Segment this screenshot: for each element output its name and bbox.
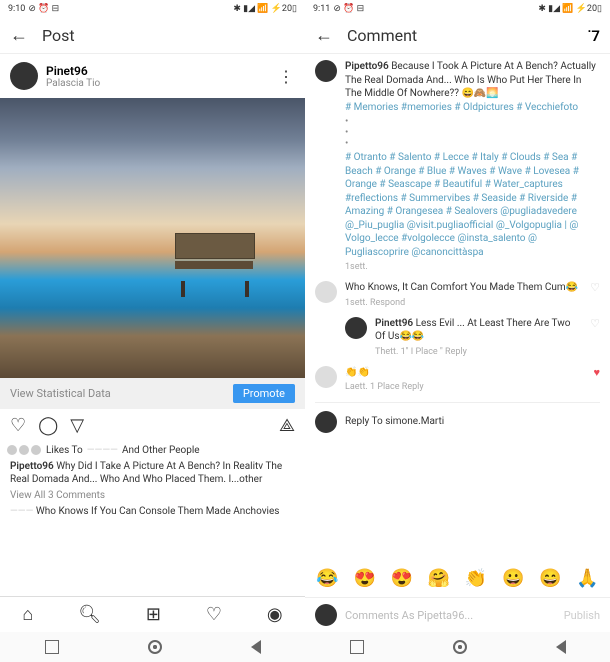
avatar[interactable]	[315, 281, 337, 303]
comment-meta[interactable]: Laett. 1 Place Reply	[345, 381, 585, 393]
comment-screen: 9:11⊘ ⏰ ⊟ ✱ ▮◢ 📶 ⚡20▯ ← Comment ˙7 Pipet…	[305, 0, 610, 662]
avatar[interactable]	[315, 604, 337, 626]
status-bar: 9:11⊘ ⏰ ⊟ ✱ ▮◢ 📶 ⚡20▯	[305, 0, 610, 18]
publish-button[interactable]: Publish	[564, 609, 600, 622]
profile-icon[interactable]: ◉	[267, 604, 283, 625]
home-button-icon[interactable]	[148, 640, 162, 654]
emoji-button[interactable]: 🙏	[576, 568, 598, 589]
back-button-icon[interactable]	[556, 640, 566, 654]
emoji-button[interactable]: 😀	[502, 568, 524, 589]
like-icon[interactable]: ♡	[590, 317, 600, 330]
reply-to-row: Reply To simone.Marti	[315, 402, 600, 441]
comment-input-row: Comments As Pipetta96... Publish	[305, 597, 610, 632]
home-button-icon[interactable]	[453, 640, 467, 654]
view-comments-link[interactable]: View All 3 Comments	[0, 488, 305, 503]
comment-item: Who Knows, It Can Comfort You Made Them …	[315, 281, 600, 309]
search-icon[interactable]: 🔍︎	[78, 604, 101, 625]
username[interactable]: Pinet96	[46, 64, 270, 78]
emoji-button[interactable]: 😍	[391, 568, 413, 589]
add-icon[interactable]: ⊞	[146, 604, 161, 625]
main-comment: Pipetto96 Because I Took A Picture At A …	[315, 60, 600, 273]
reply-to-text[interactable]: Reply To simone.Marti	[345, 416, 444, 427]
avatar[interactable]	[345, 317, 367, 339]
emoji-button[interactable]: 👏	[465, 568, 487, 589]
system-nav	[0, 632, 305, 662]
like-icon[interactable]: ♡	[590, 281, 600, 294]
comment-item: 👏👏 Laett. 1 Place Reply ♥	[315, 366, 600, 394]
promote-button[interactable]: Promote	[233, 384, 295, 403]
emoji-button[interactable]: 🤗	[428, 568, 450, 589]
bookmark-icon[interactable]: ⟁	[279, 415, 295, 436]
comment-meta[interactable]: Thett. 1" I Place " Reply	[375, 346, 582, 358]
recent-apps-icon[interactable]	[350, 640, 364, 654]
likes-row[interactable]: Likes To ———— And Other People	[0, 442, 305, 458]
emoji-button[interactable]: 😍	[353, 568, 375, 589]
post-actions: View Statistical Data Promote	[0, 378, 305, 409]
location[interactable]: Palascia Tio	[46, 78, 270, 89]
caption: Pipetto96 Why Did I Take A Picture At A …	[0, 458, 305, 488]
bench-illustration	[175, 233, 255, 283]
post-screen: 9:10⊘ ⏰ ⊟ ✱ ▮◢ 📶 ⚡20▯ ← Post Pinet96 Pal…	[0, 0, 305, 662]
header: ← Comment ˙7	[305, 18, 610, 54]
action-icons: ♡ ◯ ▽ ⟁	[0, 409, 305, 442]
view-stats-link[interactable]: View Statistical Data	[10, 387, 111, 400]
page-title: Comment	[347, 26, 417, 45]
comment-body: Pipetto96 Because I Took A Picture At A …	[305, 54, 610, 560]
status-bar: 9:10⊘ ⏰ ⊟ ✱ ▮◢ 📶 ⚡20▯	[0, 0, 305, 18]
back-arrow-icon[interactable]: ←	[10, 25, 28, 46]
comment-icon[interactable]: ◯	[38, 415, 58, 436]
avatar[interactable]	[315, 411, 337, 433]
emoji-button[interactable]: 😂	[316, 568, 338, 589]
header: ← Post	[0, 18, 305, 54]
more-icon[interactable]: ⋮	[278, 67, 295, 86]
back-button-icon[interactable]	[251, 640, 261, 654]
heart-icon[interactable]: ♡	[10, 415, 26, 436]
home-icon[interactable]: ⌂	[22, 604, 33, 625]
comment-reply: Pinett96 Less Evil ... At Least There Ar…	[345, 317, 600, 358]
back-arrow-icon[interactable]: ←	[315, 25, 333, 46]
post-header: Pinet96 Palascia Tio ⋮	[0, 54, 305, 98]
recent-apps-icon[interactable]	[45, 640, 59, 654]
comment-count: ˙7	[588, 27, 600, 45]
emoji-bar: 😂 😍 😍 🤗 👏 😀 😄 🙏	[305, 560, 610, 597]
share-icon[interactable]: ▽	[70, 415, 84, 436]
comment-meta[interactable]: 1sett. Respond	[345, 297, 582, 309]
comment-preview: ——— Who Knows If You Can Console Them Ma…	[0, 503, 305, 520]
avatar[interactable]	[315, 366, 337, 388]
system-nav	[305, 632, 610, 662]
like-icon[interactable]: ♥	[593, 366, 600, 379]
page-title: Post	[42, 26, 75, 45]
avatar[interactable]	[10, 62, 38, 90]
bottom-nav: ⌂ 🔍︎ ⊞ ♡ ◉	[0, 596, 305, 632]
emoji-button[interactable]: 😄	[539, 568, 561, 589]
avatar[interactable]	[315, 60, 337, 82]
comment-input[interactable]: Comments As Pipetta96...	[345, 609, 556, 622]
activity-icon[interactable]: ♡	[206, 604, 222, 625]
post-image[interactable]	[0, 98, 305, 378]
